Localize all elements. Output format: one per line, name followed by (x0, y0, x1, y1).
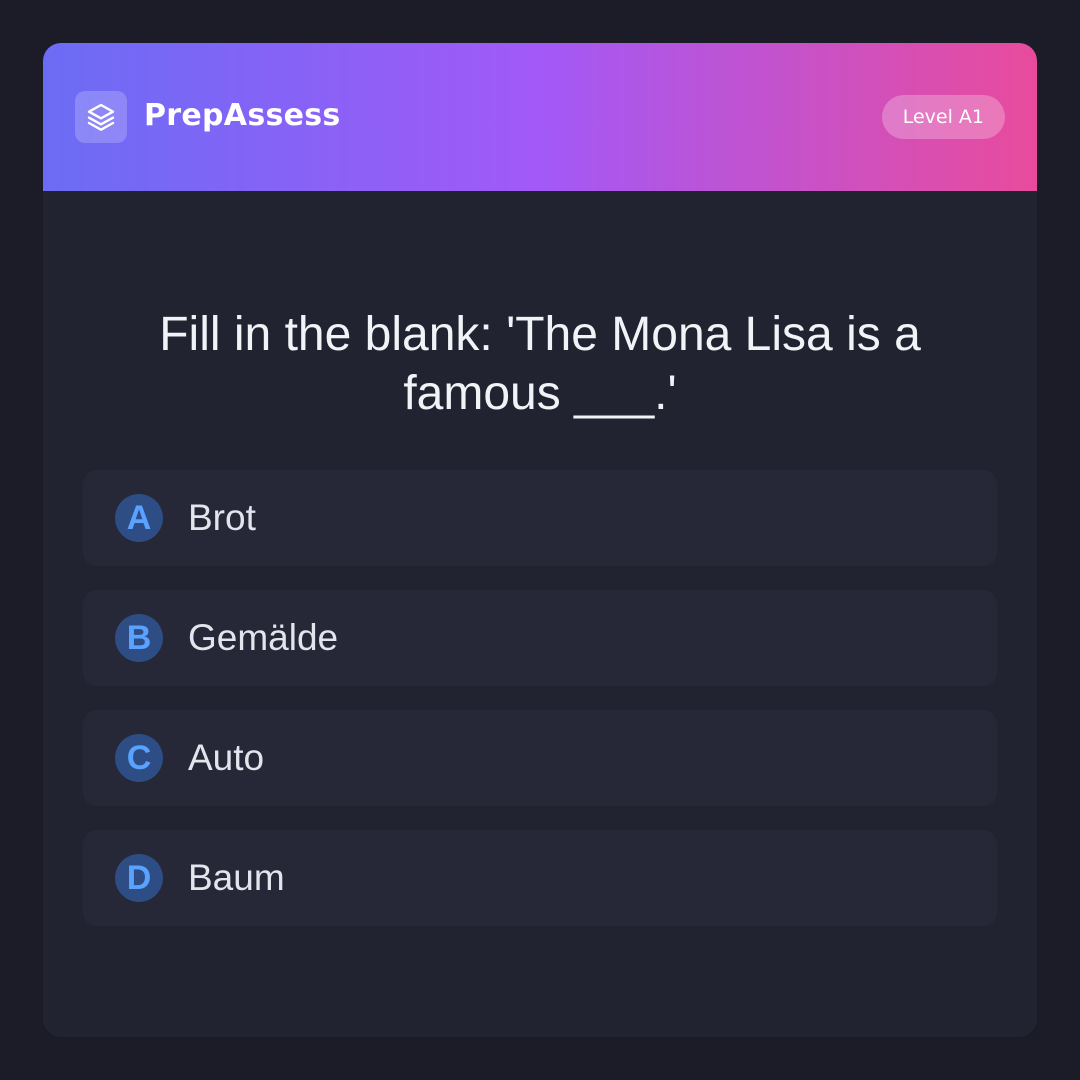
option-d[interactable]: D Baum (83, 830, 997, 926)
question-text: Fill in the blank: 'The Mona Lisa is a f… (159, 308, 921, 420)
option-letter-badge: A (115, 494, 163, 542)
logo (75, 91, 127, 143)
option-label: Gemälde (188, 617, 339, 658)
brand-name: PrepAssess (144, 98, 341, 133)
option-label: Brot (188, 497, 256, 538)
option-b[interactable]: B Gemälde (83, 590, 997, 686)
level-badge: Level A1 (881, 95, 1005, 139)
option-label: Auto (188, 737, 265, 778)
app-header: PrepAssess Level A1 (43, 43, 1037, 191)
option-letter-badge: C (115, 734, 163, 782)
layers-icon (87, 103, 115, 131)
option-letter-badge: D (115, 854, 163, 902)
option-c[interactable]: C Auto (83, 710, 997, 806)
option-a[interactable]: A Brot (83, 470, 997, 566)
option-letter-badge: B (115, 614, 163, 662)
option-label: Baum (188, 857, 285, 898)
quiz-card: PrepAssess Level A1 Fill in the blank: '… (43, 43, 1037, 1037)
